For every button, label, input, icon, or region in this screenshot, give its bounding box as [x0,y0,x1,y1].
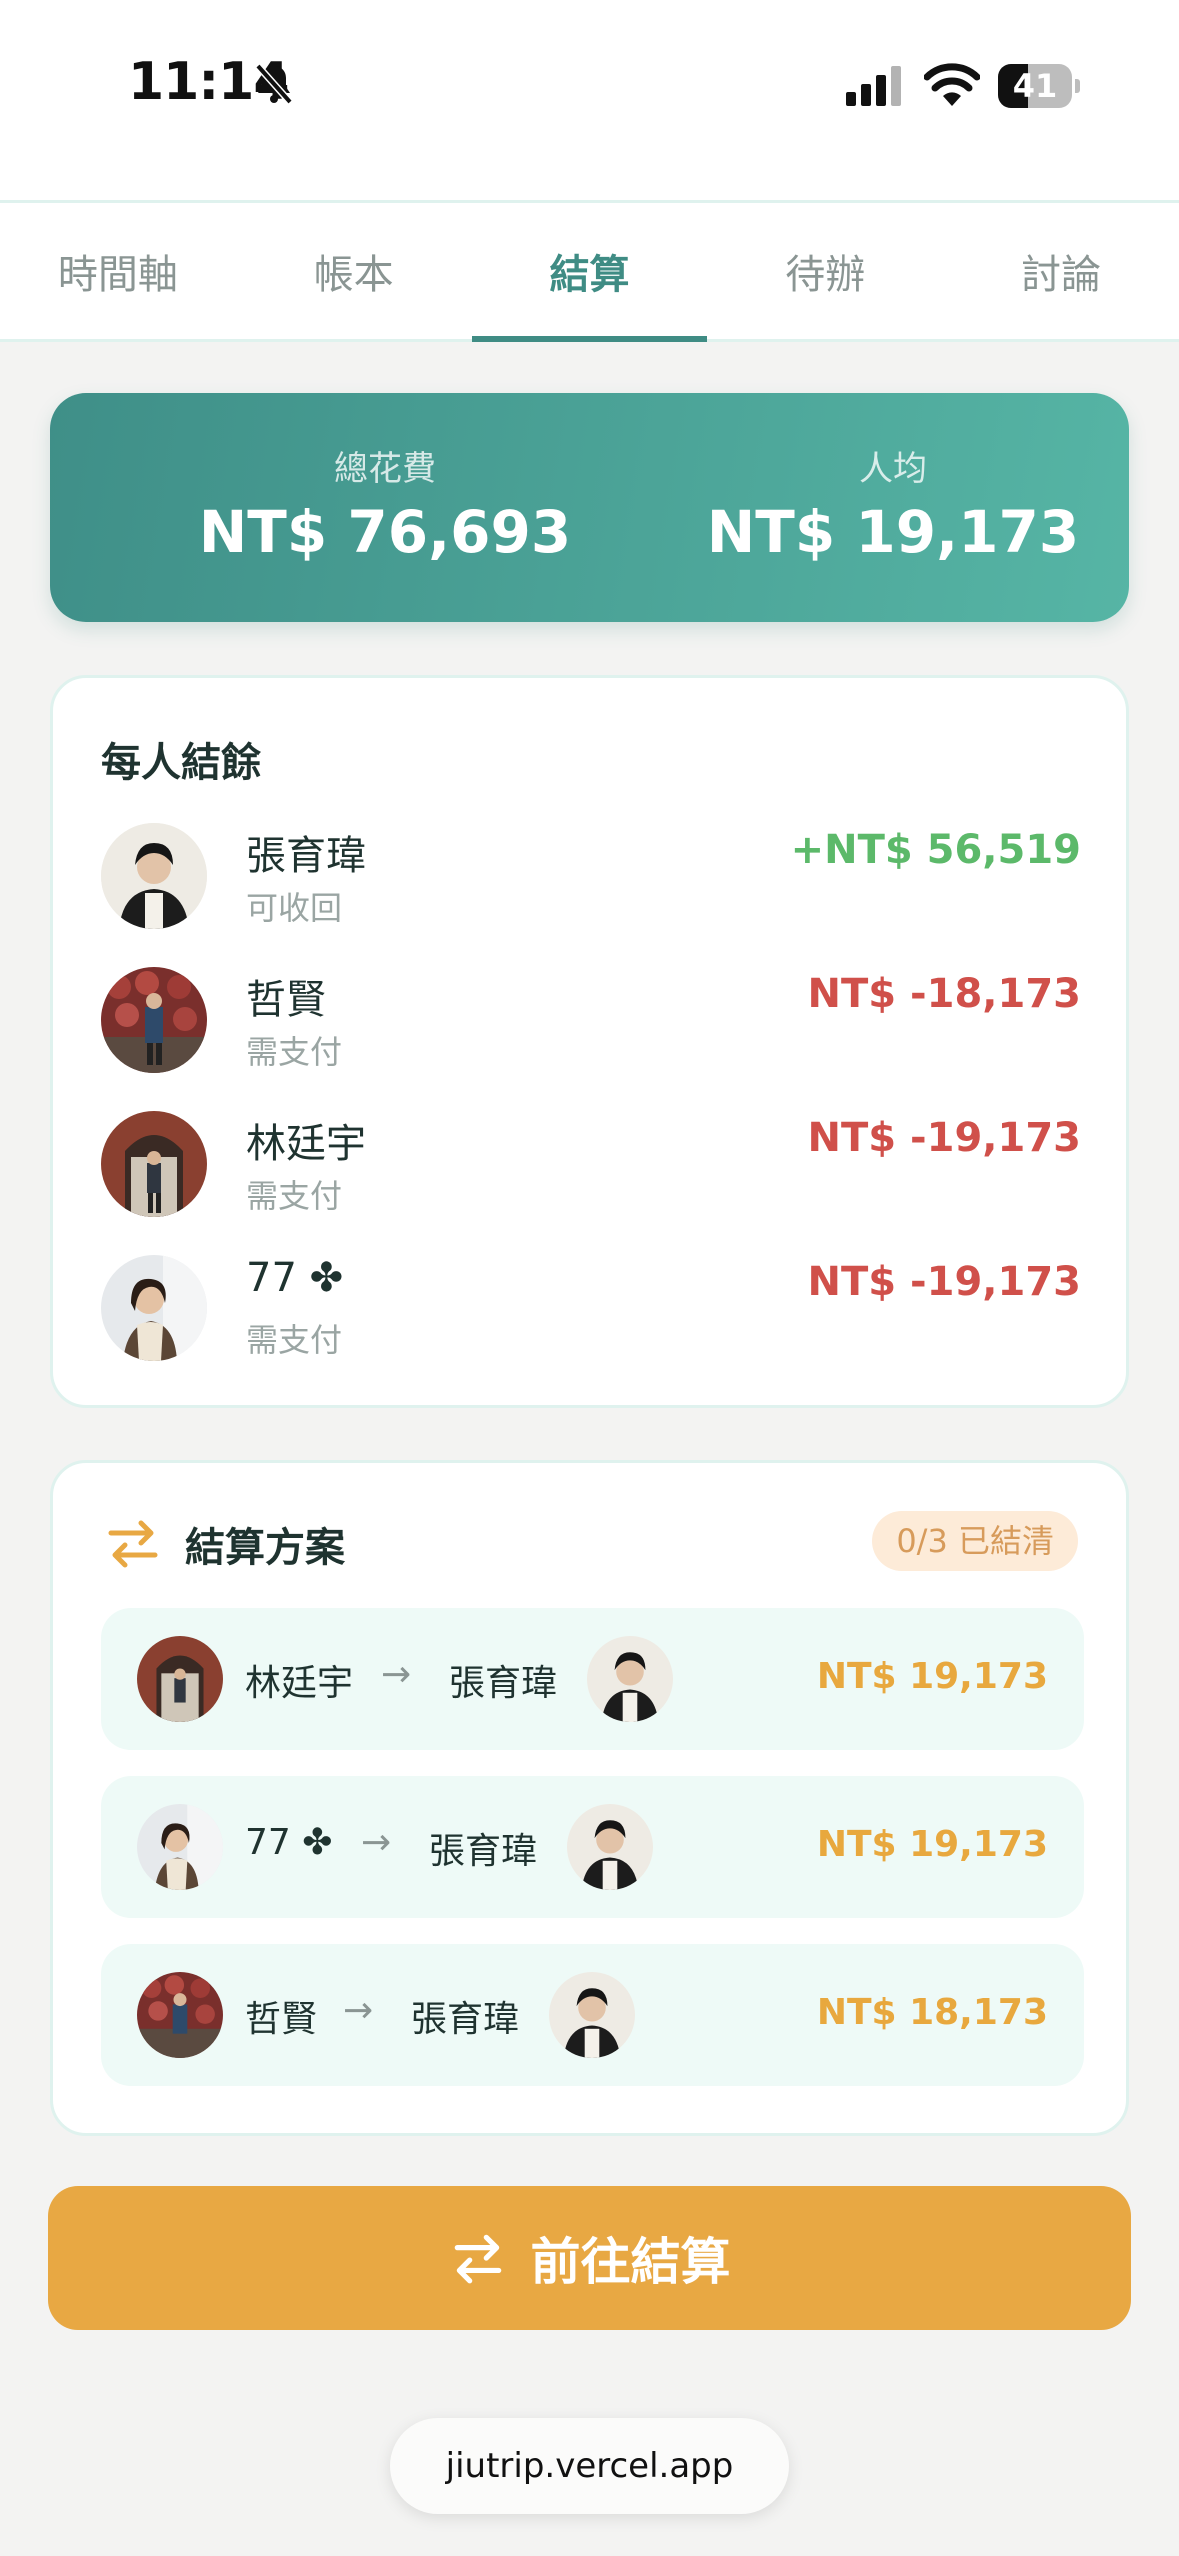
tab-timeline[interactable]: 時間軸 [0,203,236,339]
payer-name: 哲賢 [245,1999,318,2040]
person-status: 需支付 [246,1177,343,1215]
payer-name: 林廷宇 [245,1663,354,1704]
payer-avatar [137,1972,223,2058]
person-balance: NT$ -19,173 [807,1259,1081,1305]
total-spend-label: 總花費 [334,449,436,489]
tab-settlement[interactable]: 結算 [471,203,708,342]
person-row[interactable]: 77 ✤ 需支付 NT$ -19,173 [101,1255,1081,1365]
transfer-amount: NT$ 19,173 [816,1656,1048,1697]
avatar [101,823,207,929]
transfer-row[interactable]: 77 ✤ → 張育瑋 NT$ 19,173 [101,1776,1084,1918]
payee-name: 張育瑋 [449,1663,558,1704]
avatar [101,1111,207,1217]
arrow-right-icon: → [343,1990,374,2031]
person-name: 張育瑋 [246,833,366,879]
person-name: 77 ✤ [246,1255,344,1301]
transfer-amount: NT$ 18,173 [816,1992,1048,2033]
person-balance: +NT$ 56,519 [790,827,1081,873]
arrow-right-icon: → [361,1822,392,1863]
battery-icon: 41 [998,64,1080,108]
balances-title: 每人結餘 [101,740,261,786]
transfer-row[interactable]: 哲賢 → 張育瑋 NT$ 18,173 [101,1944,1084,2086]
swap-arrows-icon [108,1520,158,1568]
status-bar: 11:14 41 [0,0,1179,200]
payer-avatar [137,1804,223,1890]
browser-url-bar[interactable]: jiutrip.vercel.app [390,2418,789,2514]
settled-count-badge: 0/3 已結清 [872,1511,1078,1571]
plan-title: 結算方案 [185,1525,345,1571]
total-spend: 總花費 NT$ 76,693 [135,441,635,566]
arrow-right-icon: → [381,1654,412,1695]
cellular-signal-icon [846,66,901,106]
person-status: 需支付 [246,1033,343,1071]
payee-name: 張育瑋 [411,1999,520,2040]
settle-button-label: 前往結算 [530,2233,731,2291]
person-name: 林廷宇 [246,1121,366,1167]
person-row[interactable]: 張育瑋 可收回 +NT$ 56,519 [101,823,1081,933]
person-row[interactable]: 哲賢 需支付 NT$ -18,173 [101,967,1081,1077]
tab-discussion[interactable]: 討論 [943,203,1179,339]
person-name: 哲賢 [246,977,326,1023]
payee-avatar [549,1972,635,2058]
person-balance: NT$ -18,173 [807,971,1081,1017]
swap-arrows-icon [454,2234,501,2284]
settlement-plan-card: 結算方案 0/3 已結清 林廷宇 → 張育瑋 NT$ 19,173 77 ✤ →… [50,1460,1129,2136]
avatar [101,1255,207,1361]
person-status: 可收回 [246,889,343,927]
payer-name: 77 ✤ [245,1822,333,1863]
balances-card: 每人結餘 張育瑋 可收回 +NT$ 56,519 哲賢 需支付 NT$ -18,… [50,675,1129,1408]
transfer-amount: NT$ 19,173 [816,1824,1048,1865]
payee-avatar [587,1636,673,1722]
wifi-icon [924,63,980,106]
tab-ledger[interactable]: 帳本 [236,203,472,339]
summary-banner: 總花費 NT$ 76,693 人均 NT$ 19,173 [50,393,1129,622]
per-person-average: 人均 NT$ 19,173 [643,441,1143,566]
go-to-settlement-button[interactable]: 前往結算 [48,2186,1131,2330]
battery-text: 41 [1012,67,1058,105]
total-spend-value: NT$ 76,693 [198,498,572,566]
avatar [101,967,207,1073]
tab-todo[interactable]: 待辦 [707,203,943,339]
person-row[interactable]: 林廷宇 需支付 NT$ -19,173 [101,1111,1081,1221]
payee-name: 張育瑋 [429,1831,538,1872]
bell-slash-icon [255,63,293,105]
person-status: 需支付 [246,1321,343,1359]
payer-avatar [137,1636,223,1722]
transfer-row[interactable]: 林廷宇 → 張育瑋 NT$ 19,173 [101,1608,1084,1750]
per-person-value: NT$ 19,173 [706,498,1080,566]
person-balance: NT$ -19,173 [807,1115,1081,1161]
per-person-label: 人均 [859,449,927,489]
tab-bar: 時間軸 帳本 結算 待辦 討論 [0,200,1179,342]
payee-avatar [567,1804,653,1890]
